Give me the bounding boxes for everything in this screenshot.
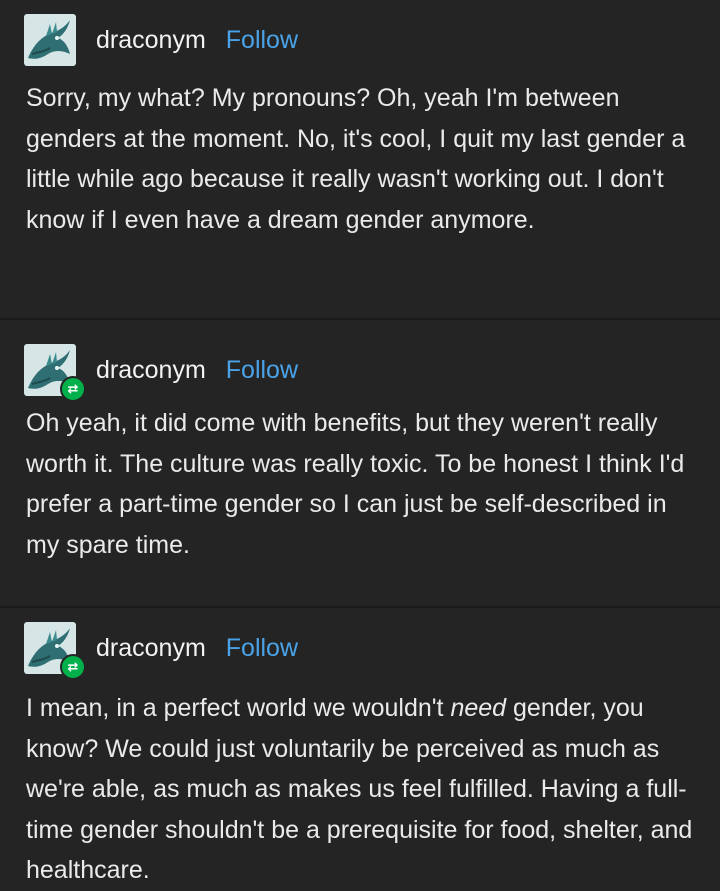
post: ⇄ draconym Follow I mean, in a perfect w… bbox=[0, 606, 720, 889]
username[interactable]: draconym bbox=[96, 634, 206, 663]
post: draconym Follow Sorry, my what? My prono… bbox=[0, 0, 720, 318]
post-body: Sorry, my what? My pronouns? Oh, yeah I'… bbox=[26, 84, 686, 234]
post-body: Oh yeah, it did come with benefits, but … bbox=[26, 409, 685, 559]
reblog-icon: ⇄ bbox=[60, 376, 86, 402]
dragon-avatar-icon[interactable] bbox=[24, 14, 76, 66]
avatar-image bbox=[24, 14, 76, 66]
follow-button[interactable]: Follow bbox=[226, 634, 298, 663]
dragon-avatar-icon[interactable]: ⇄ bbox=[24, 622, 86, 680]
reblog-icon: ⇄ bbox=[60, 654, 86, 680]
username[interactable]: draconym bbox=[96, 26, 206, 55]
post: ⇄ draconym Follow Oh yeah, it did come w… bbox=[0, 318, 720, 606]
post-header: ⇄ draconym Follow bbox=[24, 344, 298, 402]
post-body: I mean, in a perfect world we wouldn't n… bbox=[26, 688, 700, 891]
post-header: draconym Follow bbox=[24, 14, 298, 66]
post-text: gender, you know? We could just voluntar… bbox=[26, 694, 693, 884]
follow-button[interactable]: Follow bbox=[226, 26, 298, 55]
post-text: I mean, in a perfect world we wouldn't bbox=[26, 694, 451, 722]
post-header: ⇄ draconym Follow bbox=[24, 622, 298, 680]
post-text-emphasis: need bbox=[450, 694, 507, 722]
dragon-avatar-icon[interactable]: ⇄ bbox=[24, 344, 86, 402]
follow-button[interactable]: Follow bbox=[226, 356, 298, 385]
username[interactable]: draconym bbox=[96, 356, 206, 385]
